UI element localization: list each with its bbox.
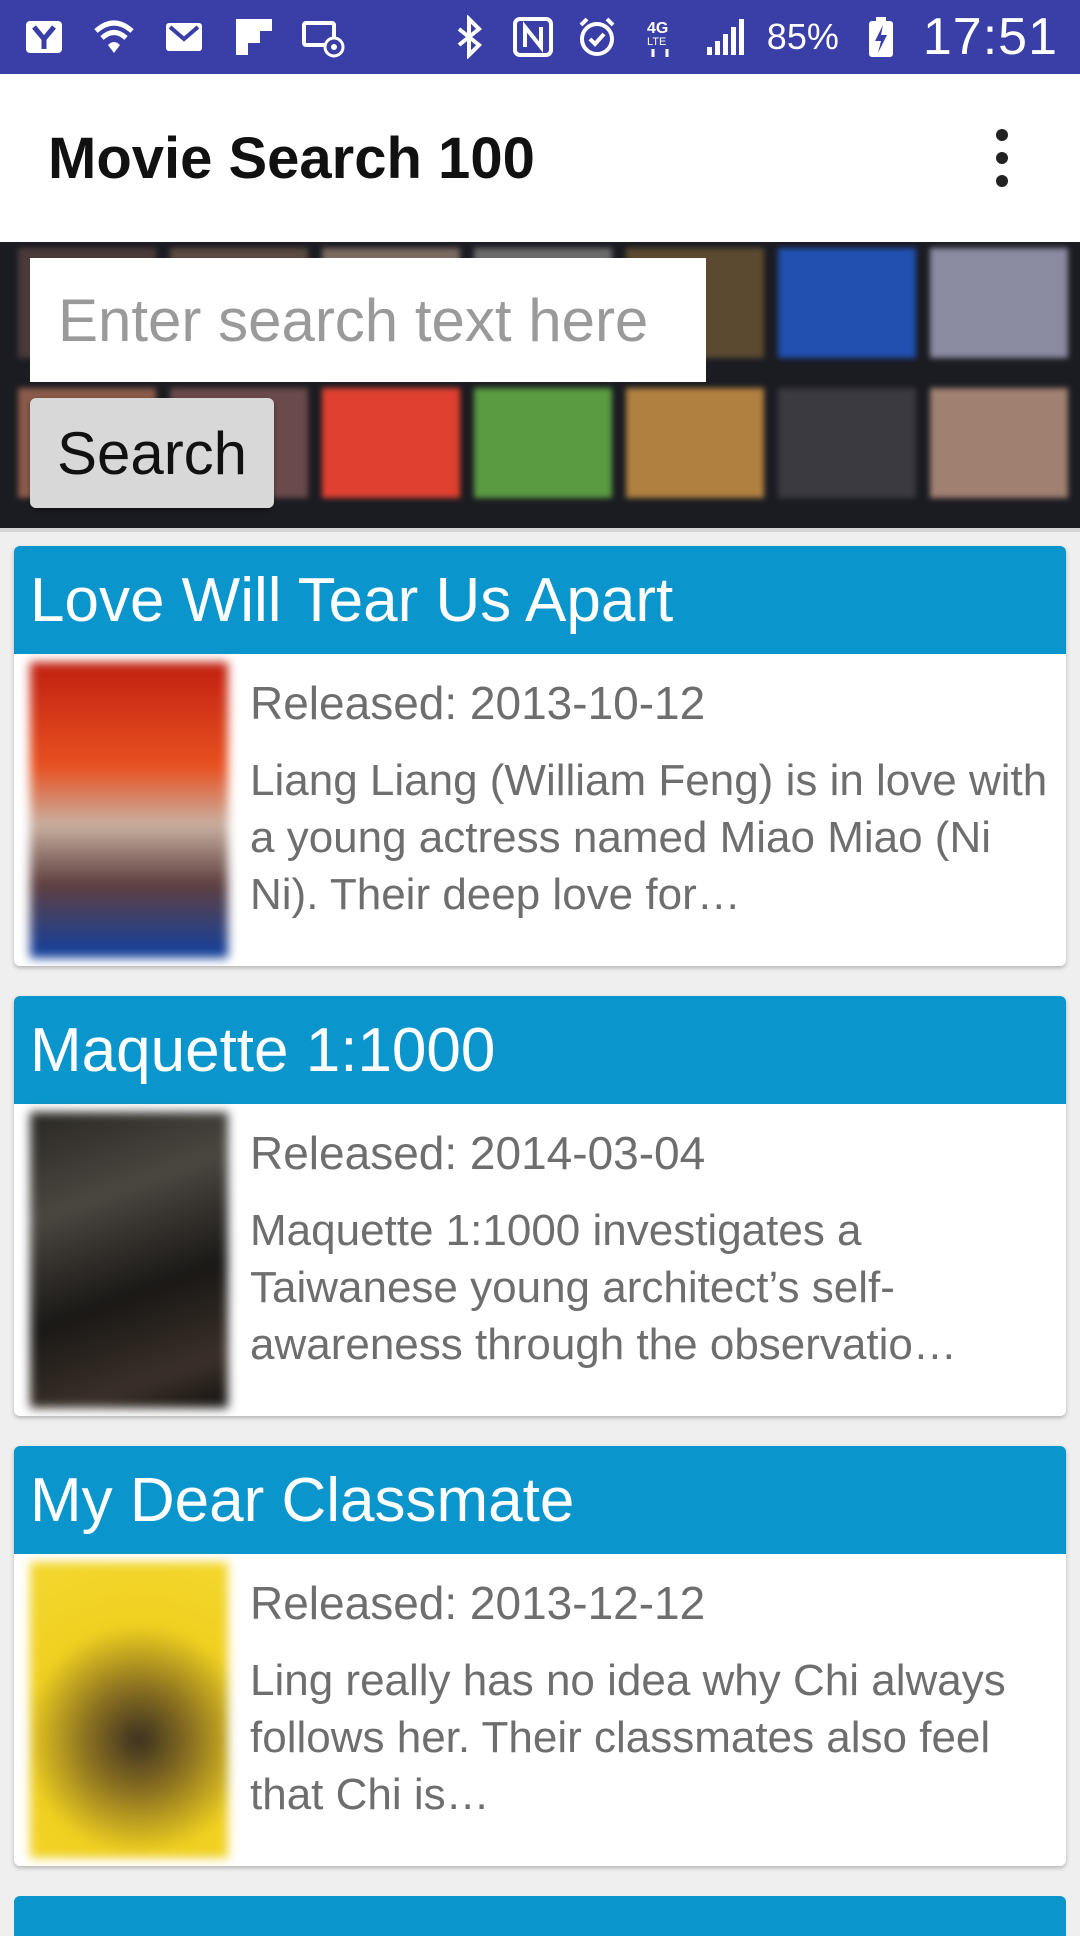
movie-card-partial[interactable] — [14, 1896, 1066, 1936]
collage-tile — [474, 388, 612, 498]
search-input[interactable] — [30, 258, 706, 382]
release-date: Released: 2013-12-12 — [250, 1577, 706, 1629]
svg-text:4G: 4G — [647, 20, 668, 37]
search-button[interactable]: Search — [30, 398, 274, 508]
wifi-icon — [92, 15, 136, 59]
movie-list: Love Will Tear Us Apart Released: 2013-1… — [14, 546, 1066, 1936]
movie-poster — [30, 1562, 228, 1858]
app-bar: Movie Search 100 — [0, 74, 1080, 242]
collage-tile — [778, 388, 916, 498]
collage-tile — [778, 248, 916, 358]
movie-poster — [30, 662, 228, 958]
more-vert-icon[interactable] — [972, 113, 1032, 203]
movie-title: My Dear Classmate — [14, 1446, 1066, 1554]
email-at-icon — [302, 15, 346, 59]
yahoo-icon — [22, 15, 66, 59]
search-header: Search — [0, 242, 1080, 528]
collage-tile — [322, 388, 460, 498]
movie-card[interactable]: Maquette 1:1000 Released: 2014-03-04 Maq… — [14, 996, 1066, 1416]
flipboard-icon — [232, 15, 276, 59]
movie-overview: Maquette 1:1000 investigates a Taiwanese… — [250, 1206, 957, 1369]
collage-tile — [930, 248, 1068, 358]
release-date: Released: 2013-10-12 — [250, 677, 706, 729]
release-date: Released: 2014-03-04 — [250, 1127, 706, 1179]
movie-overview: Liang Liang (William Feng) is in love wi… — [250, 756, 1048, 919]
app-title: Movie Search 100 — [48, 125, 535, 191]
bluetooth-icon — [447, 15, 491, 59]
movie-card[interactable]: My Dear Classmate Released: 2013-12-12 L… — [14, 1446, 1066, 1866]
status-bar: 4G LTE 85% 17:51 — [0, 0, 1080, 74]
4g-lte-icon: 4G LTE — [639, 15, 683, 59]
mail-icon — [162, 15, 206, 59]
movie-title: Love Will Tear Us Apart — [14, 546, 1066, 654]
collage-tile — [930, 388, 1068, 498]
movie-card[interactable]: Love Will Tear Us Apart Released: 2013-1… — [14, 546, 1066, 966]
signal-icon — [703, 15, 747, 59]
movie-poster — [30, 1112, 228, 1408]
divider — [0, 528, 1080, 532]
movie-title: Maquette 1:1000 — [14, 996, 1066, 1104]
nfc-icon — [511, 15, 555, 59]
collage-tile — [626, 388, 764, 498]
svg-text:LTE: LTE — [647, 36, 666, 48]
movie-overview: Ling really has no idea why Chi always f… — [250, 1656, 1006, 1819]
battery-charging-icon — [859, 15, 903, 59]
battery-percent: 85% — [766, 16, 839, 57]
clock: 17:51 — [922, 8, 1058, 66]
alarm-icon — [575, 15, 619, 59]
